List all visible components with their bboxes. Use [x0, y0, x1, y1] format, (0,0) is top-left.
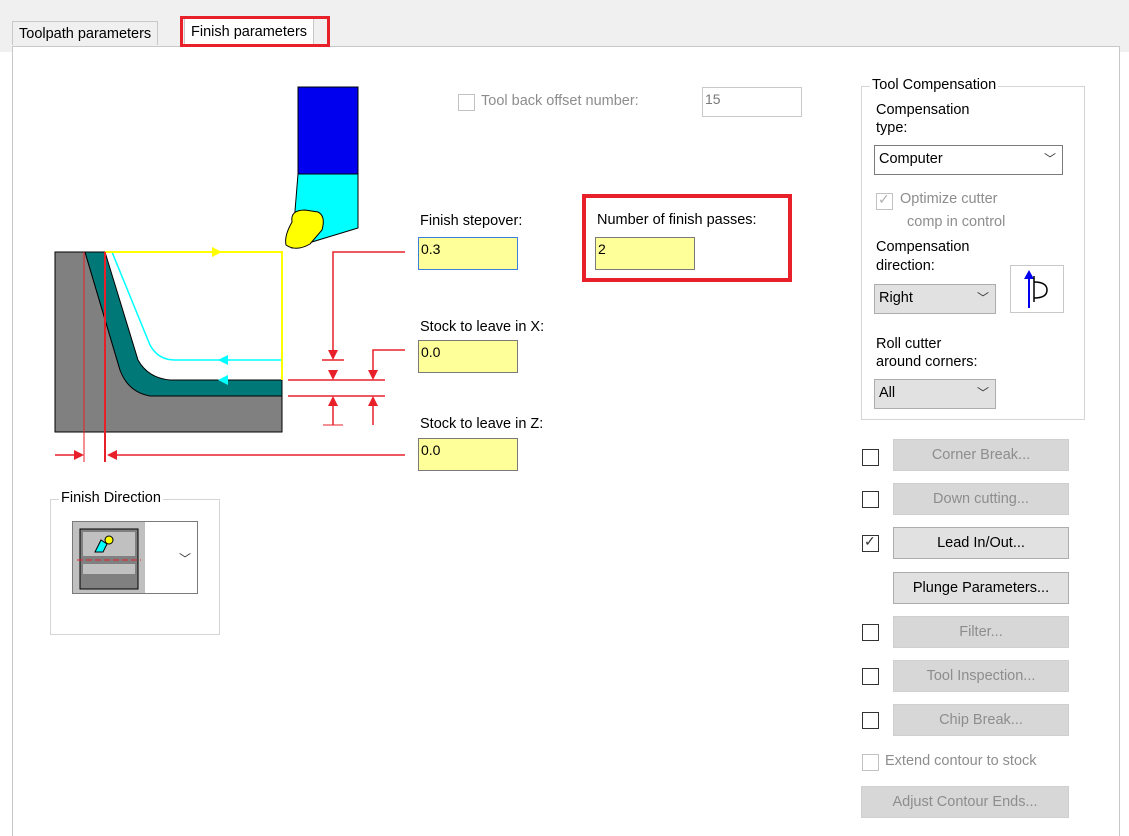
compensation-type-label-2: type:: [876, 120, 908, 136]
corner-break-button[interactable]: Corner Break...: [893, 439, 1069, 471]
chevron-down-icon: ﹀: [1043, 152, 1056, 166]
chevron-down-icon: ﹀: [976, 291, 989, 305]
extend-contour-checkbox[interactable]: [862, 754, 879, 771]
stock-z-label: Stock to leave in Z:: [420, 416, 544, 432]
finish-direction-select[interactable]: ﹀: [72, 521, 198, 594]
finish-diagram: [54, 86, 405, 462]
finish-stepover-label: Finish stepover:: [420, 213, 523, 229]
corner-break-checkbox[interactable]: [862, 449, 879, 466]
extend-contour-label: Extend contour to stock: [885, 753, 1037, 769]
adjust-contour-ends-button[interactable]: Adjust Contour Ends...: [861, 786, 1069, 818]
finish-direction-icon: [73, 522, 145, 593]
down-cutting-checkbox[interactable]: [862, 491, 879, 508]
check-icon: ✓: [864, 533, 876, 549]
compensation-direction-label: Compensation: [876, 239, 970, 255]
tool-back-offset-checkbox[interactable]: [458, 94, 475, 111]
compensation-direction-value: Right: [879, 290, 913, 306]
tab-highlight: [180, 16, 330, 47]
filter-checkbox[interactable]: [862, 624, 879, 641]
tool-back-offset-label: Tool back offset number:: [481, 93, 639, 109]
lead-inout-button[interactable]: Lead In/Out...: [893, 527, 1069, 559]
tab-strip: [0, 0, 1129, 52]
roll-cutter-value: All: [879, 385, 896, 401]
compensation-type-value: Computer: [879, 151, 943, 167]
optimize-cutter-label-2: comp in control: [907, 214, 1006, 230]
finish-passes-label: Number of finish passes:: [597, 212, 757, 228]
stock-x-label: Stock to leave in X:: [420, 319, 545, 335]
stock-z-input[interactable]: 0.0: [418, 438, 518, 471]
chevron-down-icon: ﹀: [976, 386, 989, 400]
finish-direction-title: Finish Direction: [59, 490, 163, 506]
check-icon: ✓: [878, 191, 890, 207]
compensation-direction-label-2: direction:: [876, 258, 935, 274]
finish-stepover-input[interactable]: 0.3: [418, 237, 518, 270]
tab-toolpath-parameters[interactable]: Toolpath parameters: [12, 21, 159, 45]
compensation-type-label: Compensation: [876, 102, 970, 118]
finish-passes-input[interactable]: 2: [595, 237, 695, 270]
compensation-direction-select[interactable]: Right ﹀: [874, 284, 996, 314]
plunge-parameters-button[interactable]: Plunge Parameters...: [893, 572, 1069, 604]
compensation-direction-icon: [1010, 265, 1064, 313]
chip-break-checkbox[interactable]: [862, 712, 879, 729]
chip-break-button[interactable]: Chip Break...: [893, 704, 1069, 736]
roll-cutter-label: Roll cutter: [876, 336, 942, 352]
tool-inspection-checkbox[interactable]: [862, 668, 879, 685]
optimize-cutter-label: Optimize cutter: [900, 191, 998, 207]
roll-cutter-select[interactable]: All ﹀: [874, 379, 996, 409]
tool-compensation-title: Tool Compensation: [870, 77, 999, 93]
roll-cutter-label-2: around corners:: [876, 354, 978, 370]
chevron-down-icon: ﹀: [179, 552, 192, 566]
filter-button[interactable]: Filter...: [893, 616, 1069, 648]
lead-inout-checkbox[interactable]: ✓: [862, 533, 879, 552]
compensation-type-select[interactable]: Computer ﹀: [874, 145, 1063, 175]
optimize-cutter-checkbox[interactable]: ✓: [876, 191, 893, 210]
tool-back-offset-input[interactable]: 15: [702, 87, 802, 117]
down-cutting-button[interactable]: Down cutting...: [893, 483, 1069, 515]
tool-inspection-button[interactable]: Tool Inspection...: [893, 660, 1069, 692]
stock-x-input[interactable]: 0.0: [418, 340, 518, 373]
